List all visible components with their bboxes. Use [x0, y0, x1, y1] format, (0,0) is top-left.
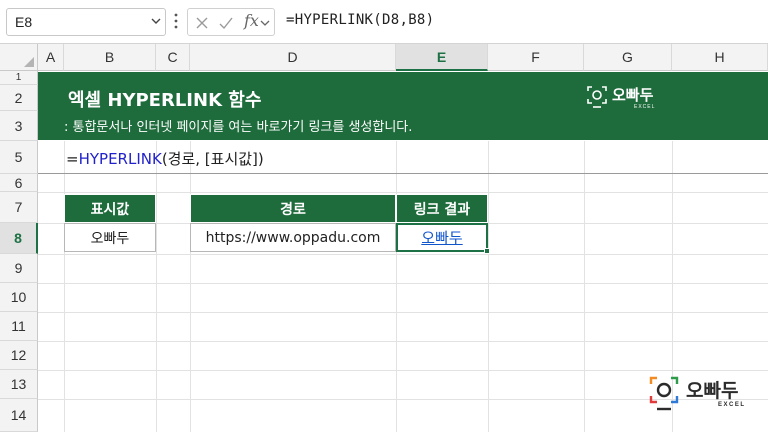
corner-logo: 오빠두 EXCEL: [648, 374, 758, 414]
name-box-value: E8: [15, 14, 33, 30]
table1-cell-b8[interactable]: 오빠두: [64, 223, 156, 252]
column-header-f[interactable]: F: [488, 44, 584, 71]
row-header-8[interactable]: 8: [0, 223, 38, 254]
more-options-icon[interactable]: [172, 12, 180, 30]
table2-cell-d8[interactable]: https://www.oppadu.com: [190, 223, 396, 252]
fill-handle[interactable]: [484, 248, 490, 254]
row-header-11[interactable]: 11: [0, 312, 38, 341]
logo-icon: [587, 86, 607, 108]
row-header-14[interactable]: 14: [0, 399, 38, 432]
column-header-a[interactable]: A: [38, 44, 64, 71]
row-header-1[interactable]: 1: [0, 71, 38, 85]
logo-icon: [649, 376, 679, 411]
logo-subtext: EXCEL: [634, 104, 656, 110]
column-header-h[interactable]: H: [672, 44, 768, 71]
chevron-down-icon[interactable]: [260, 19, 270, 27]
row-header-10[interactable]: 10: [0, 283, 38, 312]
row-header-2[interactable]: 2: [0, 85, 38, 111]
logo-text: 오빠두: [612, 86, 654, 104]
hyperlink-text[interactable]: 오빠두: [421, 227, 462, 248]
row-header-12[interactable]: 12: [0, 341, 38, 370]
corner-logo-text: 오빠두: [686, 380, 739, 402]
chevron-down-icon[interactable]: [151, 16, 161, 26]
page-subtitle: : 통합문서나 인터넷 페이지를 여는 바로가기 링크를 생성합니다.: [64, 120, 413, 135]
table2-header-result[interactable]: 링크 결과: [396, 194, 488, 223]
row-header-3[interactable]: 3: [0, 111, 38, 141]
formula-input[interactable]: =HYPERLINK(D8,B8): [286, 12, 434, 28]
brand-logo: 오빠두 EXCEL: [586, 82, 676, 112]
confirm-icon[interactable]: [218, 15, 234, 31]
row-header-7[interactable]: 7: [0, 192, 38, 223]
insert-function-button[interactable]: fx: [244, 11, 259, 30]
cancel-icon[interactable]: [194, 15, 210, 31]
row-header-5[interactable]: 5: [0, 141, 38, 174]
column-header-b[interactable]: B: [64, 44, 156, 71]
name-box[interactable]: E8: [6, 8, 166, 36]
row-header-6[interactable]: 6: [0, 174, 38, 192]
table1-header[interactable]: 표시값: [64, 194, 156, 223]
row-header-13[interactable]: 13: [0, 370, 38, 399]
select-all-corner[interactable]: [0, 44, 38, 71]
formula-bar: E8 fx =HYPERLINK(D8,B8): [0, 0, 768, 44]
syntax-function-name: HYPERLINK: [78, 150, 162, 168]
column-header-g[interactable]: G: [584, 44, 672, 71]
title-banner: 엑셀 HYPERLINK 함수 : 통합문서나 인터넷 페이지를 여는 바로가기…: [38, 72, 768, 140]
corner-logo-subtext: EXCEL: [718, 402, 746, 408]
row-header-9[interactable]: 9: [0, 254, 38, 283]
syntax-line: =HYPERLINK(경로, [표시값]): [66, 148, 264, 169]
formula-controls: fx: [187, 8, 275, 36]
page-title: 엑셀 HYPERLINK 함수: [68, 90, 262, 111]
syntax-prefix: =: [66, 150, 79, 168]
divider: [38, 173, 768, 174]
column-header-d[interactable]: D: [190, 44, 396, 71]
hyperlink-cell-e8[interactable]: 오빠두: [396, 223, 490, 254]
table2-header-path[interactable]: 경로: [190, 194, 396, 223]
column-header-e[interactable]: E: [396, 44, 488, 71]
syntax-args: (경로, [표시값]): [161, 150, 264, 168]
column-header-c[interactable]: C: [156, 44, 190, 71]
